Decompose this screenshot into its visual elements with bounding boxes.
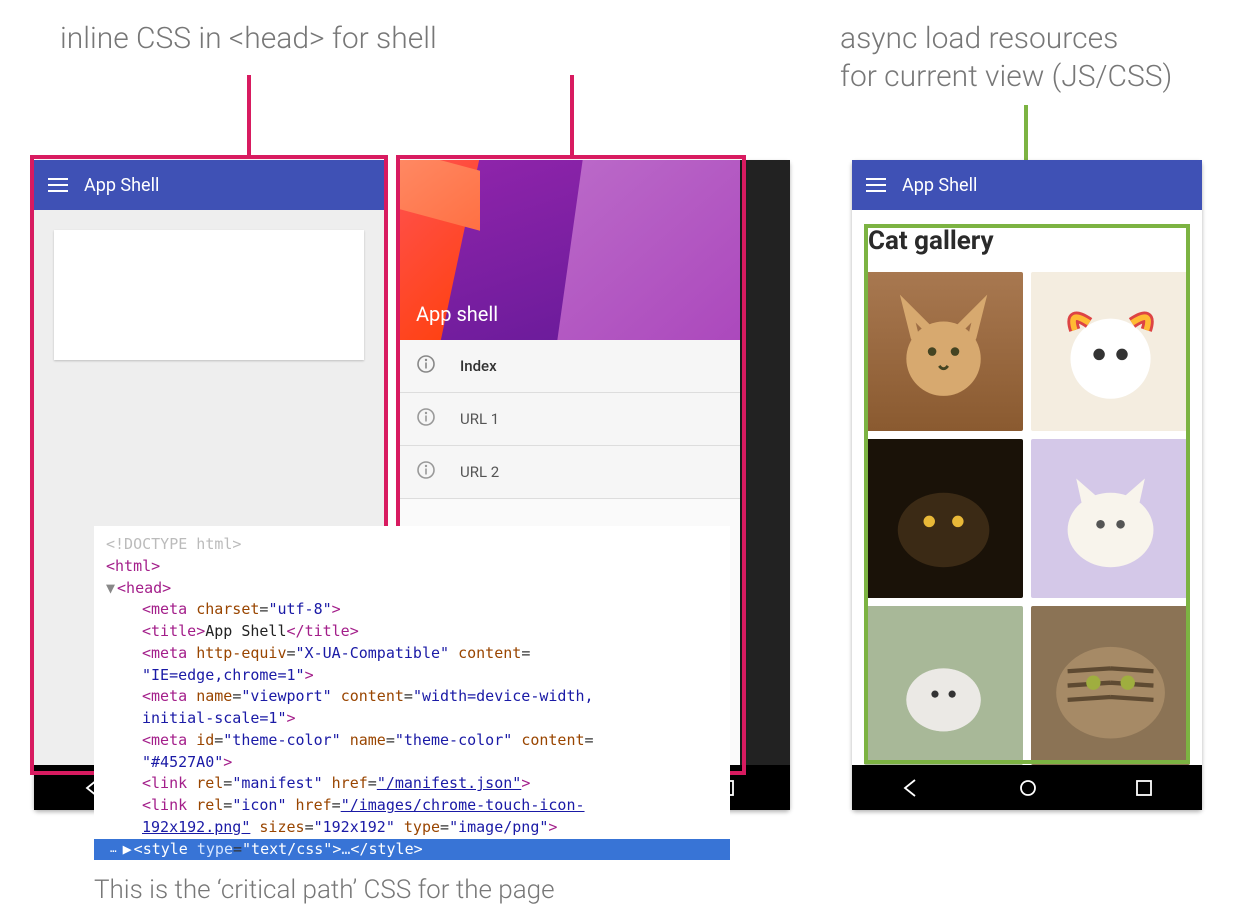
annotation-async-load: async load resources for current view (J… bbox=[840, 20, 1172, 95]
nav-back-icon[interactable] bbox=[901, 778, 921, 798]
gallery-image[interactable] bbox=[864, 439, 1023, 598]
code-inspector-panel: <!DOCTYPE html> <html> ▼<head> <meta cha… bbox=[94, 526, 730, 860]
pink-connector-right bbox=[570, 75, 574, 155]
info-icon bbox=[416, 460, 436, 484]
gallery-image[interactable] bbox=[1031, 439, 1190, 598]
annotation-async-line2: for current view (JS/CSS) bbox=[840, 59, 1172, 94]
drawer-row-index[interactable]: Index bbox=[400, 340, 740, 393]
hero-title: App shell bbox=[416, 302, 498, 326]
code-selected-line[interactable]: …▶<style type="text/css">…</style> bbox=[94, 839, 730, 861]
gallery-image[interactable] bbox=[864, 272, 1023, 431]
drawer-row-url2[interactable]: URL 2 bbox=[400, 446, 740, 499]
nav-home-icon[interactable] bbox=[1018, 778, 1038, 798]
collapse-icon[interactable]: ▼ bbox=[106, 579, 115, 597]
phone-mock-gallery: App Shell Cat gallery bbox=[852, 160, 1202, 810]
info-icon bbox=[416, 354, 436, 378]
empty-card bbox=[54, 230, 364, 360]
annotation-critical-path: This is the ‘critical path’ CSS for the … bbox=[94, 875, 555, 905]
row-label: URL 1 bbox=[460, 410, 499, 428]
toolbar: App Shell bbox=[852, 160, 1202, 210]
toolbar-title: App Shell bbox=[902, 175, 977, 196]
annotation-inline-css: inline CSS in <head> for shell bbox=[60, 20, 437, 58]
hamburger-icon[interactable] bbox=[866, 178, 886, 192]
info-icon bbox=[416, 407, 436, 431]
gallery-image[interactable] bbox=[1031, 272, 1190, 431]
gallery-image[interactable] bbox=[1031, 606, 1190, 765]
toolbar: App Shell bbox=[34, 160, 384, 210]
hero-image: App shell bbox=[400, 160, 740, 340]
annotation-async-line1: async load resources bbox=[840, 21, 1118, 56]
gallery-title: Cat gallery bbox=[852, 210, 1202, 272]
hamburger-icon[interactable] bbox=[48, 178, 68, 192]
gallery-grid bbox=[852, 272, 1202, 765]
toolbar-title: App Shell bbox=[84, 175, 159, 196]
nav-recent-icon[interactable] bbox=[1135, 779, 1153, 797]
row-label: Index bbox=[460, 357, 497, 375]
code-line: <!DOCTYPE html> bbox=[106, 535, 241, 553]
android-navbar bbox=[852, 765, 1202, 810]
gallery-image[interactable] bbox=[864, 606, 1023, 765]
drawer-row-url1[interactable]: URL 1 bbox=[400, 393, 740, 446]
pink-connector-left bbox=[247, 75, 251, 155]
row-label: URL 2 bbox=[460, 463, 499, 481]
